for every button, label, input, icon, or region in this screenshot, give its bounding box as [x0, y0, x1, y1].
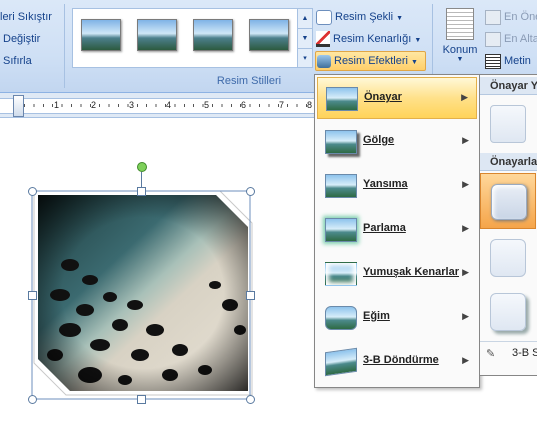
pen-icon [316, 31, 330, 48]
style-thumbnail[interactable] [249, 19, 289, 51]
preset-none-option[interactable] [490, 105, 526, 143]
preset-option[interactable] [490, 239, 526, 277]
resize-handle-sw[interactable] [28, 395, 37, 404]
style-thumbnail[interactable] [193, 19, 233, 51]
gallery-scroll[interactable]: ▲ ▼ ▾ [297, 8, 313, 68]
paint-icon: ✎ [486, 348, 496, 360]
dropdown-arrow-icon: ▼ [396, 15, 404, 22]
gallery-more-icon[interactable]: ▾ [298, 49, 312, 68]
shadow-icon [325, 130, 357, 154]
position-button[interactable]: Konum ▼ [438, 6, 482, 68]
resize-handle-w[interactable] [28, 291, 37, 300]
bevel-icon [325, 306, 357, 330]
gallery-down-icon[interactable]: ▼ [298, 29, 312, 49]
send-back-label: En Alta [504, 33, 537, 45]
reflection-icon [325, 174, 357, 198]
gallery-up-icon[interactable]: ▲ [298, 9, 312, 29]
menu-item-label: 3-B Döndürme [363, 354, 439, 366]
reset-picture-button[interactable]: Sıfırla [3, 52, 32, 70]
group-separator [64, 4, 65, 88]
picture-shape-label: Resim Şekli [335, 11, 394, 23]
menu-item-preset[interactable]: Önayar ▶ [317, 77, 477, 119]
3d-rotation-icon [325, 347, 357, 377]
position-icon [446, 8, 474, 40]
compress-label: leri Sıkıştır [0, 11, 52, 23]
menu-item-label: Eğim [363, 310, 390, 322]
submenu-arrow-icon: ▶ [462, 179, 469, 189]
style-thumbnail[interactable] [137, 19, 177, 51]
preset-swatch [491, 184, 527, 220]
change-picture-button[interactable]: Değiştir [3, 30, 40, 48]
menu-item-label: Önayar [364, 91, 402, 103]
picture-shape-button[interactable]: Resim Şekli ▼ [316, 8, 403, 26]
picture-border-label: Resim Kenarlığı [333, 33, 412, 45]
menu-item-label: Gölge [363, 134, 395, 146]
photo-vignette [38, 195, 248, 391]
menu-item-label: Yansıma [363, 178, 408, 190]
resize-handle-se[interactable] [246, 395, 255, 404]
picture-border-button[interactable]: Resim Kenarlığı ▼ [316, 30, 421, 48]
reset-picture-label: Sıfırla [3, 55, 32, 67]
glow-icon [325, 218, 357, 242]
picture-effects-label: Resim Efektleri [334, 55, 408, 67]
menu-item-label: Parlama [363, 222, 406, 234]
dropdown-arrow-icon: ▼ [414, 37, 422, 44]
bring-to-front-button[interactable]: En Öne [485, 8, 537, 26]
bring-front-label: En Öne [504, 11, 537, 23]
dropdown-arrow-icon: ▼ [411, 59, 418, 66]
resize-handle-ne[interactable] [246, 187, 255, 196]
submenu-arrow-icon: ▶ [462, 355, 469, 365]
resize-handle-n[interactable] [137, 187, 146, 196]
send-back-icon [485, 31, 501, 47]
text-wrap-button[interactable]: Metin [485, 52, 531, 70]
text-wrap-icon [485, 53, 501, 69]
menu-item-bevel[interactable]: Eğim ▶ [317, 297, 477, 339]
submenu-arrow-icon: ▶ [461, 92, 468, 102]
picture-effects-menu: Önayar ▶ Gölge ▶ Yansıma ▶ Parlama ▶ Yum… [314, 74, 480, 388]
submenu-arrow-icon: ▶ [462, 223, 469, 233]
soft-edges-icon [325, 262, 357, 286]
preset-option-selected[interactable] [480, 173, 536, 229]
picture-styles-gallery[interactable] [72, 8, 298, 68]
menu-item-glow[interactable]: Parlama ▶ [317, 209, 477, 251]
resize-handle-nw[interactable] [28, 187, 37, 196]
resize-handle-e[interactable] [246, 291, 255, 300]
indent-marker-icon[interactable] [13, 95, 24, 117]
presets-header: Önayarla [480, 153, 537, 171]
preset-submenu: Önayar Y Önayarla ✎ 3-B S [479, 74, 537, 376]
submenu-arrow-icon: ▶ [462, 135, 469, 145]
ruler-ticks [24, 104, 324, 107]
style-thumbnail[interactable] [81, 19, 121, 51]
menu-item-3d-rotation[interactable]: 3-B Döndürme ▶ [317, 341, 477, 383]
3d-options-item[interactable]: ✎ 3-B S [480, 341, 537, 366]
rotate-handle[interactable] [137, 162, 147, 172]
effects-icon [317, 54, 331, 68]
submenu-arrow-icon: ▶ [462, 267, 469, 277]
menu-item-label: Yumuşak Kenarlar [363, 266, 459, 278]
shape-icon [316, 9, 332, 25]
menu-item-reflection[interactable]: Yansıma ▶ [317, 165, 477, 207]
submenu-arrow-icon: ▶ [462, 311, 469, 321]
position-label: Konum [442, 44, 478, 56]
selected-picture[interactable] [30, 185, 254, 401]
resize-handle-s[interactable] [137, 395, 146, 404]
menu-item-shadow[interactable]: Gölge ▶ [317, 121, 477, 163]
send-to-back-button[interactable]: En Alta [485, 30, 537, 48]
3d-options-label: 3-B S [512, 347, 537, 359]
picture-effects-button[interactable]: Resim Efektleri ▼ [315, 51, 426, 71]
menu-item-soft-edges[interactable]: Yumuşak Kenarlar ▶ [317, 253, 477, 295]
text-wrap-label: Metin [504, 55, 531, 67]
change-picture-label: Değiştir [3, 33, 41, 45]
preset-option[interactable] [490, 293, 526, 331]
dropdown-arrow-icon: ▼ [456, 56, 464, 63]
compress-pictures-button[interactable]: leri Sıkıştır [0, 8, 52, 26]
no-preset-header: Önayar Y [480, 77, 537, 95]
bring-front-icon [485, 9, 501, 25]
preset-icon [326, 87, 358, 111]
